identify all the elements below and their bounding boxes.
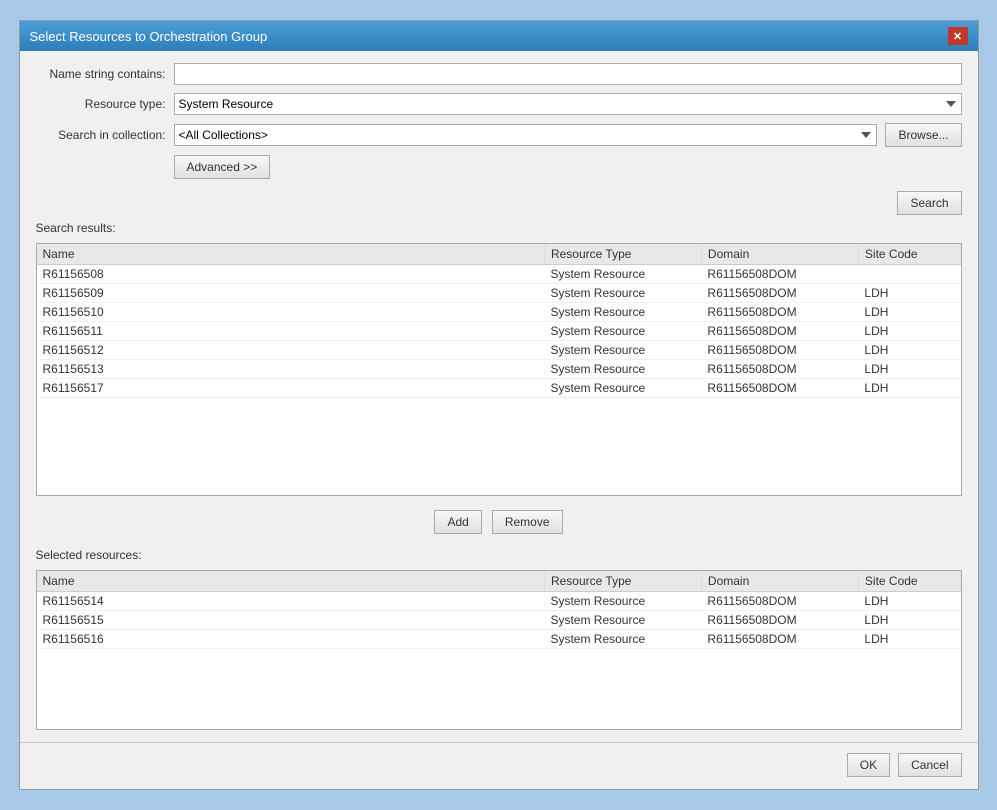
sel-col-header-resource-type: Resource Type: [544, 571, 701, 592]
name-string-row: Name string contains:: [36, 63, 962, 85]
cell-resource-type: System Resource: [544, 592, 701, 611]
cell-domain: R61156508DOM: [701, 341, 858, 360]
cell-resource-type: System Resource: [544, 341, 701, 360]
ok-button[interactable]: OK: [847, 753, 890, 777]
cell-resource-type: System Resource: [544, 611, 701, 630]
search-results-table: Name Resource Type Domain Site Code R611…: [37, 244, 961, 398]
dialog-content: Name string contains: Resource type: Sys…: [20, 51, 978, 742]
cell-resource-type: System Resource: [544, 379, 701, 398]
cell-domain: R61156508DOM: [701, 611, 858, 630]
cell-resource-type: System Resource: [544, 322, 701, 341]
search-results-table-container: Name Resource Type Domain Site Code R611…: [36, 243, 962, 496]
name-string-label: Name string contains:: [36, 67, 166, 81]
sel-col-header-domain: Domain: [701, 571, 858, 592]
col-header-domain: Domain: [701, 244, 858, 265]
advanced-row: Advanced >>: [36, 155, 962, 179]
collection-select[interactable]: <All Collections>: [174, 124, 878, 146]
search-results-header: Name Resource Type Domain Site Code: [37, 244, 961, 265]
search-button-row: Search: [36, 191, 962, 215]
dialog-title: Select Resources to Orchestration Group: [30, 29, 268, 44]
cell-resource-type: System Resource: [544, 303, 701, 322]
cell-name: R61156512: [37, 341, 545, 360]
cell-domain: R61156508DOM: [701, 322, 858, 341]
selected-resources-header: Name Resource Type Domain Site Code: [37, 571, 961, 592]
cell-name: R61156508: [37, 265, 545, 284]
cell-domain: R61156508DOM: [701, 379, 858, 398]
browse-button[interactable]: Browse...: [885, 123, 961, 147]
cell-domain: R61156508DOM: [701, 630, 858, 649]
close-button[interactable]: ✕: [948, 27, 968, 45]
cell-site-code: LDH: [858, 611, 960, 630]
name-string-input[interactable]: [174, 63, 962, 85]
add-remove-row: Add Remove: [36, 510, 962, 534]
title-bar: Select Resources to Orchestration Group …: [20, 21, 978, 51]
table-row[interactable]: R61156508 System Resource R61156508DOM: [37, 265, 961, 284]
cell-site-code: LDH: [858, 322, 960, 341]
cell-name: R61156514: [37, 592, 545, 611]
selected-resources-table-container: Name Resource Type Domain Site Code R611…: [36, 570, 962, 730]
cell-domain: R61156508DOM: [701, 284, 858, 303]
table-row[interactable]: R61156510 System Resource R61156508DOM L…: [37, 303, 961, 322]
search-button[interactable]: Search: [897, 191, 961, 215]
cell-domain: R61156508DOM: [701, 592, 858, 611]
cell-site-code: LDH: [858, 379, 960, 398]
cell-name: R61156515: [37, 611, 545, 630]
cell-name: R61156517: [37, 379, 545, 398]
add-button[interactable]: Add: [434, 510, 481, 534]
sel-col-header-site-code: Site Code: [858, 571, 960, 592]
cell-site-code: [858, 265, 960, 284]
table-row[interactable]: R61156509 System Resource R61156508DOM L…: [37, 284, 961, 303]
cell-site-code: LDH: [858, 592, 960, 611]
resource-type-select[interactable]: System Resource: [174, 93, 962, 115]
table-row[interactable]: R61156512 System Resource R61156508DOM L…: [37, 341, 961, 360]
collection-row: Search in collection: <All Collections> …: [36, 123, 962, 147]
cell-resource-type: System Resource: [544, 284, 701, 303]
cell-name: R61156509: [37, 284, 545, 303]
table-row[interactable]: R61156516 System Resource R61156508DOM L…: [37, 630, 961, 649]
col-header-resource-type: Resource Type: [544, 244, 701, 265]
cell-name: R61156516: [37, 630, 545, 649]
table-row[interactable]: R61156515 System Resource R61156508DOM L…: [37, 611, 961, 630]
footer: OK Cancel: [20, 742, 978, 789]
cell-domain: R61156508DOM: [701, 360, 858, 379]
cell-domain: R61156508DOM: [701, 265, 858, 284]
table-row[interactable]: R61156514 System Resource R61156508DOM L…: [37, 592, 961, 611]
cell-name: R61156513: [37, 360, 545, 379]
cell-site-code: LDH: [858, 284, 960, 303]
resource-type-row: Resource type: System Resource: [36, 93, 962, 115]
selected-resources-table: Name Resource Type Domain Site Code R611…: [37, 571, 961, 649]
remove-button[interactable]: Remove: [492, 510, 563, 534]
cell-site-code: LDH: [858, 341, 960, 360]
col-header-site-code: Site Code: [858, 244, 960, 265]
advanced-button[interactable]: Advanced >>: [174, 155, 271, 179]
cell-resource-type: System Resource: [544, 630, 701, 649]
select-resources-dialog: Select Resources to Orchestration Group …: [19, 20, 979, 790]
search-results-label: Search results:: [36, 221, 962, 235]
cell-domain: R61156508DOM: [701, 303, 858, 322]
table-row[interactable]: R61156517 System Resource R61156508DOM L…: [37, 379, 961, 398]
selected-resources-label: Selected resources:: [36, 548, 962, 562]
cell-resource-type: System Resource: [544, 360, 701, 379]
resource-type-label: Resource type:: [36, 97, 166, 111]
cell-name: R61156511: [37, 322, 545, 341]
cancel-button[interactable]: Cancel: [898, 753, 961, 777]
sel-col-header-name: Name: [37, 571, 545, 592]
collection-label: Search in collection:: [36, 128, 166, 142]
col-header-name: Name: [37, 244, 545, 265]
table-row[interactable]: R61156511 System Resource R61156508DOM L…: [37, 322, 961, 341]
cell-site-code: LDH: [858, 360, 960, 379]
cell-name: R61156510: [37, 303, 545, 322]
table-row[interactable]: R61156513 System Resource R61156508DOM L…: [37, 360, 961, 379]
cell-resource-type: System Resource: [544, 265, 701, 284]
cell-site-code: LDH: [858, 303, 960, 322]
cell-site-code: LDH: [858, 630, 960, 649]
